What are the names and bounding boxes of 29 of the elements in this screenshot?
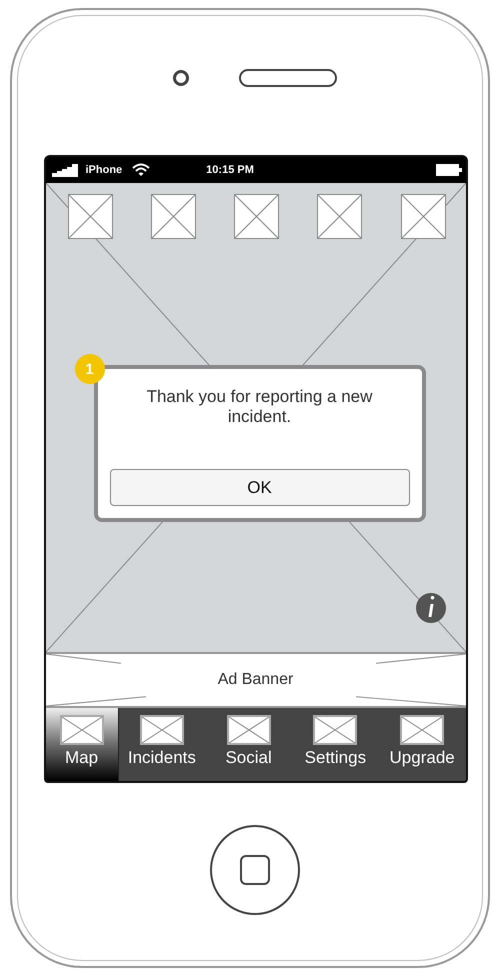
wifi-icon xyxy=(132,163,150,177)
tab[interactable]: Social xyxy=(205,708,292,781)
alert-message: Thank you for reporting a new incident. xyxy=(146,387,374,427)
info-icon[interactable] xyxy=(416,593,446,623)
image-placeholder-icon xyxy=(140,715,184,745)
signal-icon xyxy=(52,163,78,177)
battery-icon xyxy=(436,164,462,176)
carrier-label: iPhone xyxy=(86,164,122,176)
ad-banner[interactable]: Ad Banner xyxy=(46,652,466,708)
image-placeholder-icon xyxy=(400,715,444,745)
speaker-icon xyxy=(239,68,337,86)
home-button[interactable] xyxy=(210,824,300,914)
tab[interactable]: Upgrade xyxy=(378,708,466,781)
status-time: 10:15 PM xyxy=(206,164,255,176)
ok-button[interactable]: OK xyxy=(110,469,410,506)
image-placeholder xyxy=(317,194,362,239)
camera-icon xyxy=(173,70,189,86)
image-placeholder xyxy=(150,194,196,239)
image-placeholder-icon xyxy=(60,715,104,745)
image-placeholder-icon xyxy=(313,715,358,745)
image-placeholder xyxy=(234,194,279,239)
ad-banner-label: Ad Banner xyxy=(218,671,294,689)
image-placeholder-icon xyxy=(226,715,271,745)
tab[interactable]: Incidents xyxy=(118,708,206,781)
image-placeholder xyxy=(68,194,112,239)
tab[interactable]: Settings xyxy=(292,708,379,781)
home-square-icon xyxy=(240,854,270,884)
image-placeholder xyxy=(400,194,446,239)
tab[interactable]: Map xyxy=(46,708,118,781)
